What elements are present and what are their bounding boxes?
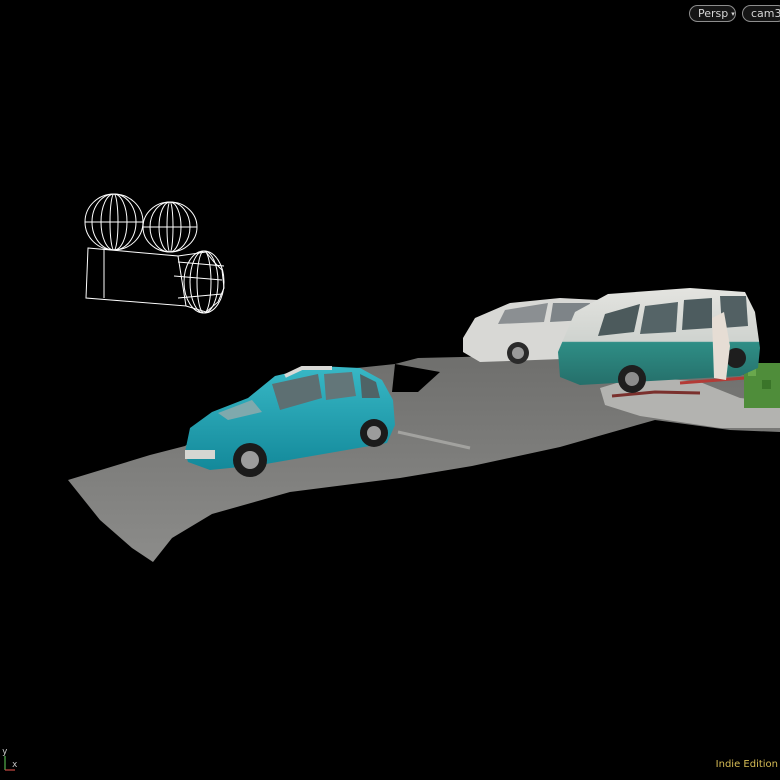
camera-label: cam3 xyxy=(751,7,780,20)
axis-x-label: x xyxy=(12,760,18,770)
ground-pointcloud xyxy=(68,350,780,562)
camera-dropdown[interactable]: cam3▾ xyxy=(742,5,780,22)
scene-render xyxy=(68,193,780,562)
3d-viewport[interactable]: Persp▾ cam3▾ y x Indie Edition xyxy=(0,0,780,780)
edition-watermark: Indie Edition xyxy=(715,759,778,770)
chevron-down-icon: ▾ xyxy=(731,10,735,18)
axis-y-label: y xyxy=(2,747,8,757)
view-perspective-label: Persp xyxy=(698,7,729,20)
view-perspective-dropdown[interactable]: Persp ▾ xyxy=(689,5,736,22)
camera-wireframe-icon xyxy=(84,193,225,314)
